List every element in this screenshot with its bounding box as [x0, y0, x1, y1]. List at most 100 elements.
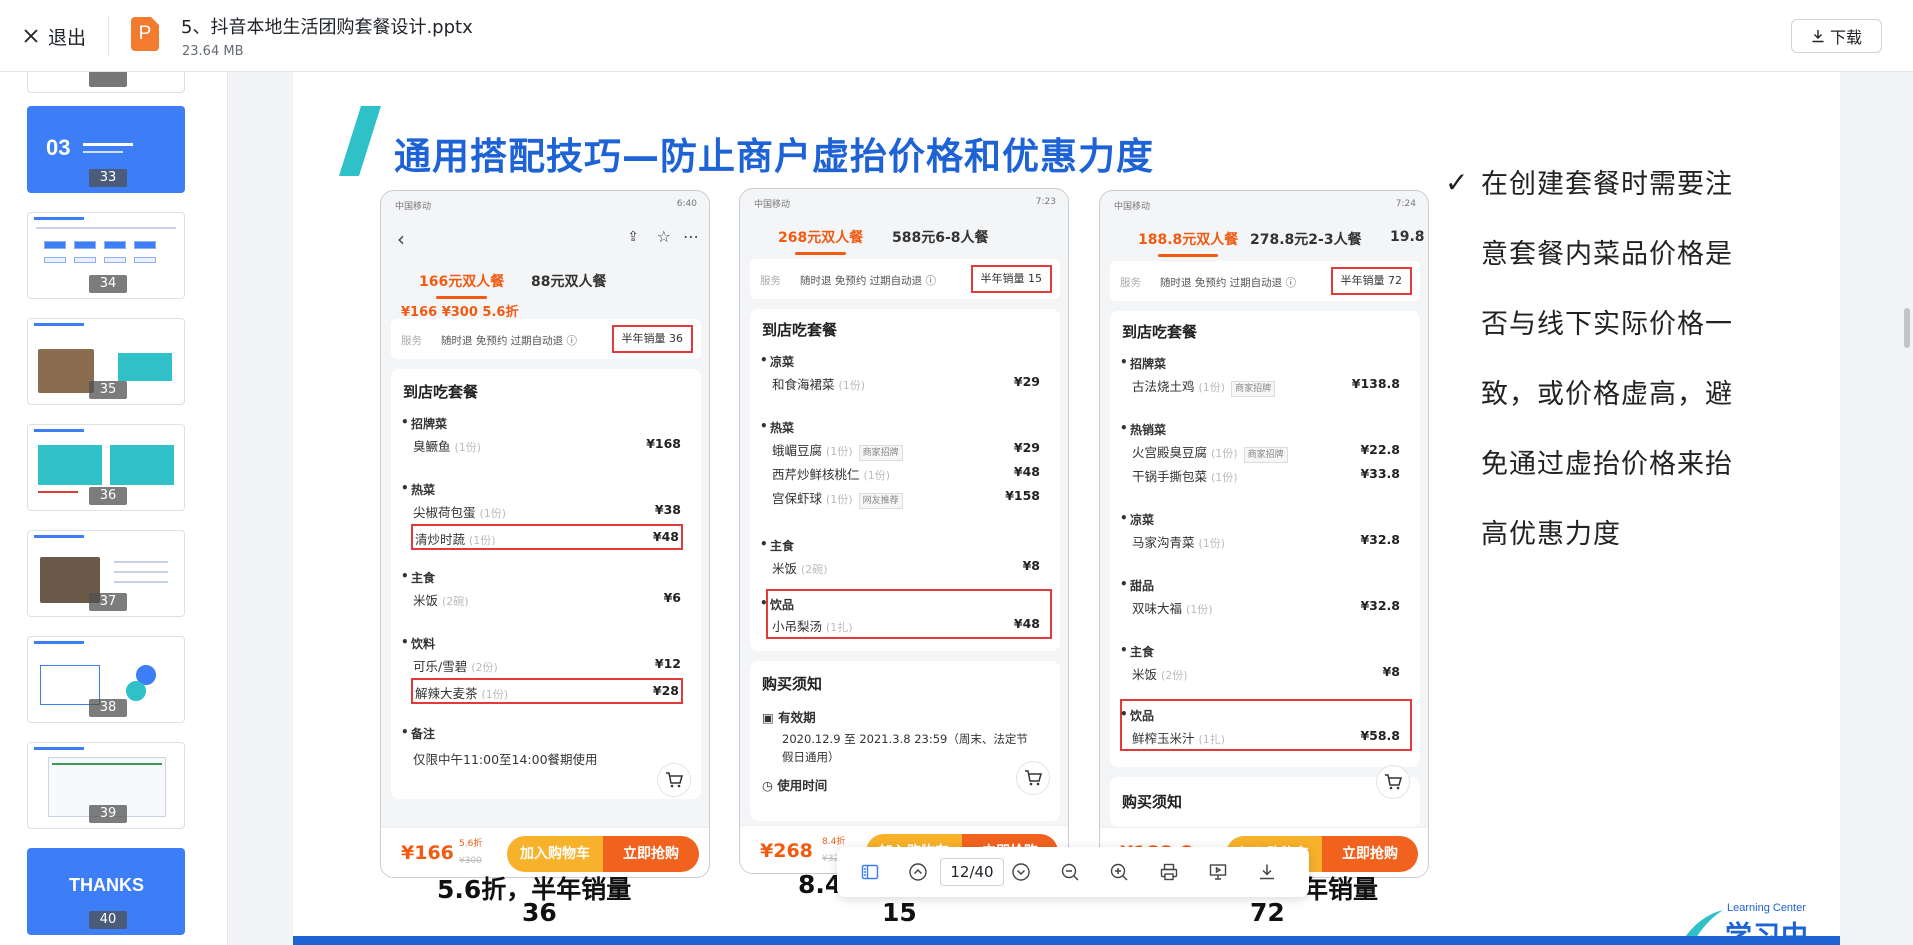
- menu-item: 米饭 (2份) ¥8: [1130, 659, 1402, 685]
- slide-thumbnail[interactable]: [27, 72, 185, 93]
- scrollbar-thumb[interactable]: [1904, 308, 1910, 348]
- item-price: ¥38: [654, 502, 681, 517]
- page-indicator[interactable]: 12/40: [940, 858, 1004, 886]
- item-price: ¥48: [1013, 464, 1040, 479]
- tab-package-3: 19.8: [1390, 229, 1425, 245]
- item-name: 小吊梨汤: [772, 619, 823, 634]
- item-qty: (1份): [1186, 603, 1213, 616]
- item-name: 马家沟青菜: [1132, 535, 1195, 550]
- item-name: 鲜榨玉米汁: [1132, 731, 1195, 746]
- thumbnail-number: 34: [89, 275, 127, 293]
- category-label: 主食: [1120, 643, 1154, 660]
- slide-thumbnail-38[interactable]: 38: [27, 636, 185, 723]
- item-name: 米饭: [413, 593, 439, 608]
- menu-item: 臭鳜鱼 (1份) ¥168: [411, 431, 683, 457]
- note-line: 致，或价格虚高，避: [1481, 379, 1733, 410]
- item-name: 臭鳜鱼: [413, 439, 451, 454]
- item-qty: (2碗): [801, 563, 828, 576]
- slide-thumbnail-36[interactable]: 36: [27, 424, 185, 511]
- notice-card: 购买须知: [1110, 777, 1420, 827]
- item-qty: (2碗): [442, 595, 469, 608]
- slide-thumbnail-35[interactable]: 35: [27, 318, 185, 405]
- item-qty: (1份): [481, 688, 509, 701]
- download-file-button[interactable]: [1255, 860, 1279, 884]
- pptx-file-icon: P: [131, 17, 159, 51]
- thumbnail-line: [114, 581, 168, 583]
- printer-icon: [1160, 863, 1178, 881]
- item-price: ¥58.8: [1360, 728, 1400, 743]
- toggle-sidebar-button[interactable]: [858, 860, 882, 884]
- menu-item: 鲜榨玉米汁 (1扎) ¥58.8: [1130, 723, 1402, 749]
- tab-package-2: 88元双人餐: [531, 274, 607, 290]
- zoom-out-button[interactable]: [1058, 860, 1082, 884]
- item-name: 宫保虾球: [772, 491, 823, 506]
- item-name: 干锅手撕包菜: [1132, 469, 1208, 484]
- cart-fab: [1016, 761, 1050, 795]
- status-time: 7:24: [1395, 199, 1416, 209]
- menu-item-highlighted: 解辣大麦茶 (1份) ¥28: [411, 678, 683, 704]
- notice-title: 购买须知: [762, 675, 823, 693]
- item-qty: (2份): [471, 661, 498, 674]
- viewer-toolbar: 12/40: [837, 847, 1309, 897]
- slide-thumbnail-33[interactable]: 03 33: [27, 106, 185, 193]
- item-name: 清炒时蔬: [415, 532, 466, 547]
- presentation-button[interactable]: [1206, 860, 1230, 884]
- thumbnail-box: [44, 257, 66, 263]
- download-label: 下载: [1829, 28, 1862, 47]
- service-tags: 随时退 免预约 过期自动退 ⓘ: [1160, 277, 1297, 289]
- title-accent-shape: [339, 106, 381, 176]
- item-name: 米饭: [772, 561, 798, 576]
- note-line: 否与线下实际价格一: [1481, 309, 1733, 340]
- top-bar: 退出 P 5、抖音本地生活团购套餐设计.pptx 23.64 MB 下载: [0, 0, 1913, 72]
- thumbnail-box: [110, 445, 174, 485]
- menu-item: 小吊梨汤 (1扎) ¥48: [770, 611, 1042, 637]
- service-label: 服务: [1120, 277, 1141, 289]
- slide-title: 通用搭配技巧—防止商户虚抬价格和优惠力度: [394, 135, 1154, 178]
- cart-fab: [1376, 765, 1410, 799]
- thumbnail-number: [89, 72, 127, 87]
- item-name: 米饭: [1132, 667, 1158, 682]
- card-title: 到店吃套餐: [762, 321, 838, 339]
- category-label: 热菜: [401, 481, 435, 498]
- item-price: ¥158: [1005, 488, 1040, 503]
- add-to-cart-button: 加入购物车: [507, 836, 603, 872]
- thumbnail-title: [34, 535, 84, 538]
- price-strip: ¥166 ¥300 5.6折: [401, 305, 519, 320]
- thumbnail-number: 37: [89, 593, 127, 611]
- item-name: 尖椒荷包蛋: [413, 505, 476, 520]
- menu-item: 西芹炒鲜核桃仁 (1份) ¥48: [770, 459, 1042, 485]
- slide-thumbnail-sidebar: 03 33 34 35 36 37 38 39 THANKS 40: [0, 72, 228, 945]
- back-icon: ‹: [397, 227, 405, 251]
- next-page-button[interactable]: [1009, 860, 1033, 884]
- slide-thumbnail-39[interactable]: 39: [27, 742, 185, 829]
- menu-item: 火宫殿臭豆腐 (1份) 商家招牌 ¥22.8: [1130, 437, 1402, 463]
- buy-now-button: 立即抢购: [603, 836, 699, 872]
- slide-thumbnail-40[interactable]: THANKS 40: [27, 848, 185, 935]
- download-button[interactable]: 下载: [1791, 19, 1882, 53]
- print-button[interactable]: [1157, 860, 1181, 884]
- bottom-discount: 5.6折: [459, 839, 483, 849]
- bottom-discount: 8.4折: [822, 837, 846, 847]
- item-qty: (1份): [1211, 447, 1238, 460]
- previous-page-button[interactable]: [906, 860, 930, 884]
- item-price: ¥22.8: [1360, 442, 1400, 457]
- cart-icon: [1385, 774, 1402, 790]
- status-time: 6:40: [676, 199, 697, 209]
- thumbnail-line: [83, 151, 123, 153]
- zoom-in-button[interactable]: [1107, 860, 1131, 884]
- slide-thumbnail-34[interactable]: 34: [27, 212, 185, 299]
- package-card: 到店吃套餐 招牌菜 臭鳜鱼(1份) ¥168 热菜 尖椒荷包蛋(1份) ¥38 …: [391, 369, 701, 799]
- exit-button[interactable]: 退出: [22, 22, 86, 50]
- item-qty: (1扎): [826, 621, 853, 634]
- thumbnail-box: [74, 241, 96, 249]
- thumbnail-number: 40: [89, 911, 127, 929]
- category-label: 主食: [401, 569, 435, 586]
- card-title: 到店吃套餐: [1122, 323, 1198, 341]
- item-qty: (1份): [838, 379, 866, 392]
- validity-text: 2020.12.9 至 2021.3.8 23:59（周末、法定节: [782, 732, 1028, 746]
- phone-caption-2: 8.4: [798, 870, 843, 899]
- tab-package-1: 188.8元双人餐: [1138, 229, 1238, 257]
- slide-thumbnail-37[interactable]: 37: [27, 530, 185, 617]
- half-year-sales: 半年销量 36: [611, 325, 693, 353]
- carrier: 中国移动: [754, 200, 791, 210]
